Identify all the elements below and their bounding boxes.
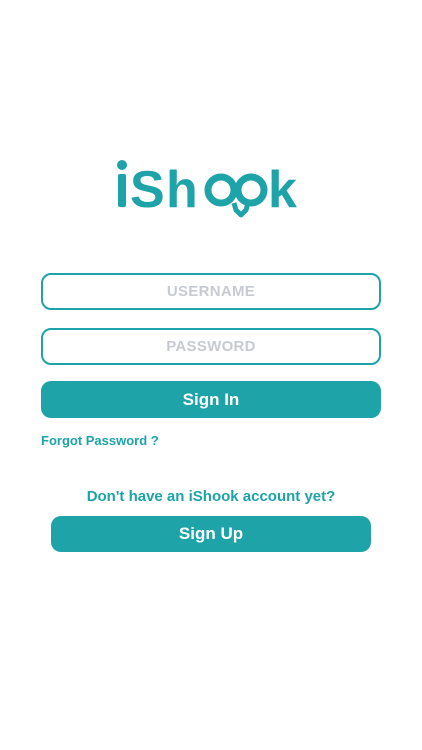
- sign-in-button[interactable]: Sign In: [41, 381, 381, 418]
- login-screen: S h k Sign In Forgot Password ? Don't ha…: [0, 0, 422, 750]
- svg-text:h: h: [166, 161, 198, 219]
- sign-up-button[interactable]: Sign Up: [51, 516, 371, 552]
- svg-text:k: k: [268, 161, 297, 219]
- username-input[interactable]: [43, 274, 379, 309]
- no-account-prompt: Don't have an iShook account yet?: [86, 488, 336, 505]
- password-field[interactable]: [41, 328, 381, 365]
- ishook-logo-graphic: S h k: [117, 160, 297, 219]
- username-field[interactable]: [41, 273, 381, 310]
- svg-text:S: S: [130, 161, 165, 219]
- app-logo: S h k: [110, 150, 312, 230]
- password-input[interactable]: [43, 329, 379, 364]
- forgot-password-link[interactable]: Forgot Password ?: [41, 433, 159, 448]
